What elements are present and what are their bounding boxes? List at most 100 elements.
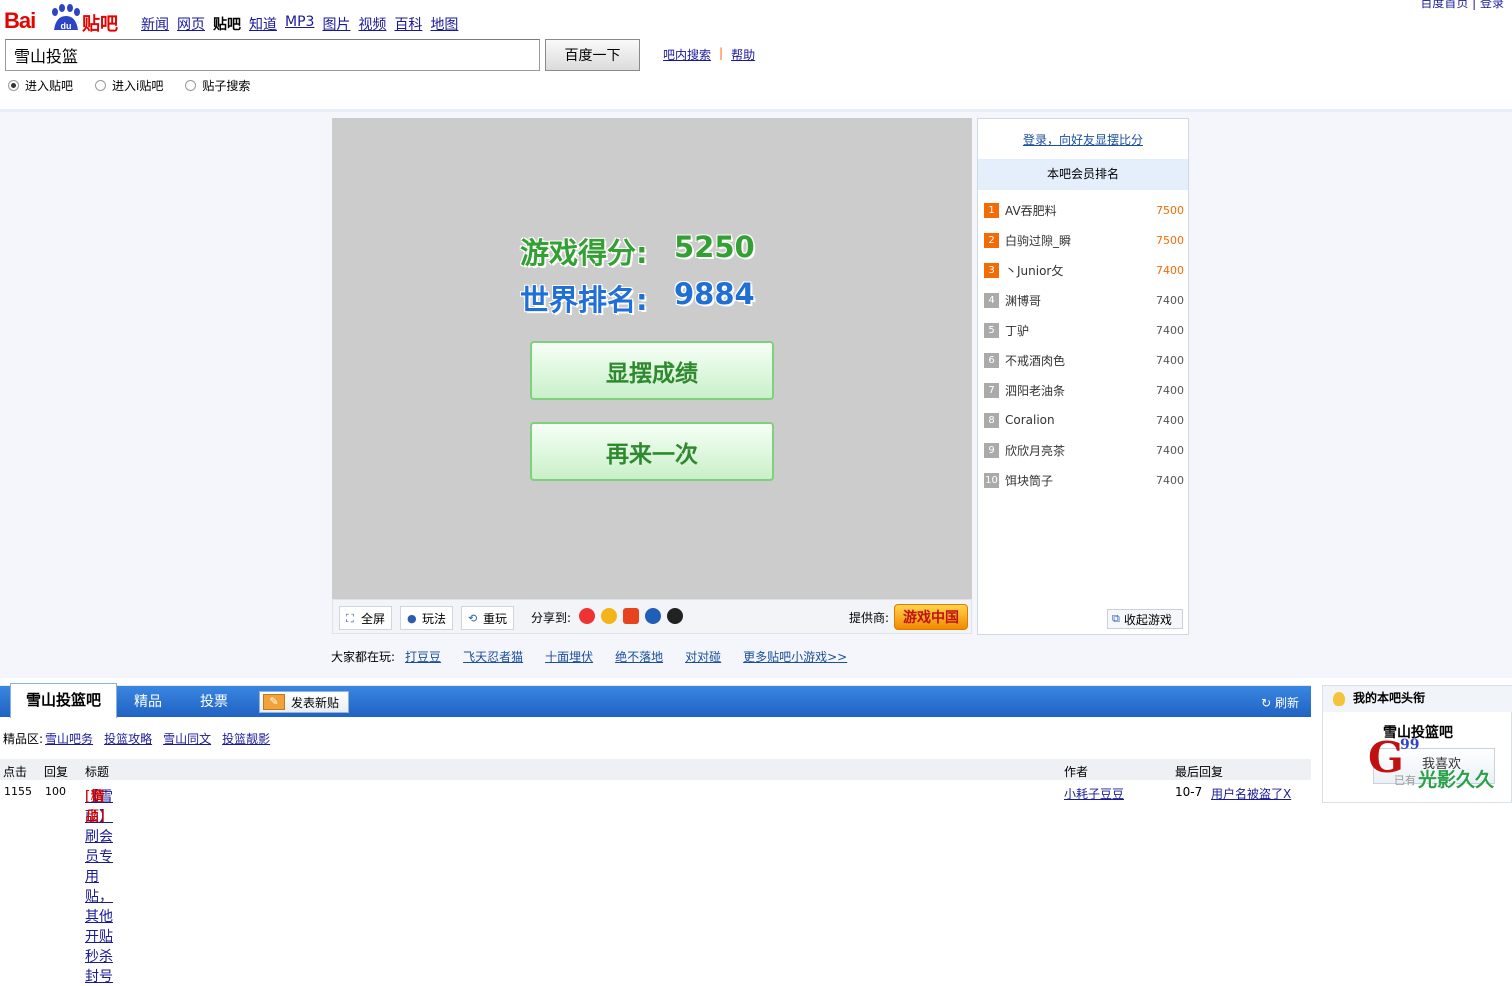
radio-button[interactable] — [95, 80, 107, 91]
nav-baike[interactable]: 百科 — [394, 14, 422, 34]
refresh-icon: ↻ — [1261, 696, 1272, 710]
provider-logo[interactable]: 游戏中国 — [894, 604, 968, 630]
game-toolbar: ⛶ 全屏 ● 玩法 ⟲ 重玩 分享到: 提供商: 游戏中国 — [332, 599, 972, 634]
rank-row: 7 泗阳老油条 7400 — [984, 380, 1184, 400]
score-value: 5250 — [674, 230, 755, 264]
my-bar-title-text: 我的本吧头衔 — [1353, 691, 1426, 705]
game-canvas[interactable]: 游戏得分: 5250 世界排名: 9884 显摆成绩 再来一次 — [332, 118, 972, 599]
rank-member-name[interactable]: 泗阳老油条 — [1005, 382, 1156, 399]
search-links: 吧内搜索 | 帮助 — [663, 46, 755, 63]
provider-label: 提供商: — [849, 611, 890, 625]
people-share-icon[interactable] — [645, 608, 661, 624]
top-nav: 新闻 网页 贴吧 知道 MP3 图片 视频 百科 地图 — [141, 14, 458, 34]
rank-member-name[interactable]: 饵块筒子 — [1005, 472, 1156, 489]
rank-row: 2 白驹过隙_瞬 7500 — [984, 230, 1184, 250]
featured-categories: 精品区: 雪山吧务 投篮攻略 雪山同文 投篮靓影 — [3, 730, 281, 747]
rank-row: 6 不戒酒肉色 7400 — [984, 350, 1184, 370]
qq-share-icon[interactable] — [667, 608, 683, 624]
rank-member-name[interactable]: 丁驴 — [1005, 322, 1156, 339]
featured-link[interactable]: 投篮攻略 — [104, 730, 152, 747]
rank-score: 7400 — [1156, 443, 1184, 457]
rank-score: 7400 — [1156, 473, 1184, 487]
rank-number-badge: 10 — [984, 472, 999, 488]
help-link[interactable]: 帮助 — [731, 46, 755, 63]
radio-button[interactable] — [185, 80, 197, 91]
like-button[interactable]: 我喜欢 已有 — [1373, 748, 1495, 787]
top-right-links[interactable]: 百度首页 | 登录 — [1420, 0, 1504, 11]
column-clicks: 点击 — [3, 765, 28, 779]
login-link[interactable]: 登录，向好友显摆比分 — [978, 131, 1188, 148]
search-input[interactable] — [5, 39, 540, 71]
rank-row: 8 Coralion 7400 — [984, 410, 1184, 430]
rank-row: 3 丶Junior攵 7400 — [984, 260, 1184, 280]
refresh-button[interactable]: ↻ 刷新 — [1261, 694, 1299, 711]
game-link[interactable]: 飞天忍者猫 — [463, 648, 523, 665]
popular-games-row: 大家都在玩: 打豆豆 飞天忍者猫 十面埋伏 绝不落地 对对碰 更多贴吧小游戏>> — [331, 648, 869, 665]
nav-zhidao[interactable]: 知道 — [249, 14, 277, 34]
column-title: 标题 — [85, 765, 110, 779]
featured-link[interactable]: 投篮靓影 — [222, 730, 270, 747]
rank-member-name[interactable]: AV吞肥料 — [1005, 202, 1156, 219]
nav-web[interactable]: 网页 — [177, 14, 205, 34]
search-mode-radios: 进入贴吧 进入i贴吧 贴子搜索 — [8, 77, 250, 94]
show-off-score-button[interactable]: 显摆成绩 — [530, 341, 774, 400]
thread-last-user-link[interactable]: 用户名被盗了X — [1211, 785, 1291, 802]
kaixin-share-icon[interactable] — [623, 608, 639, 624]
new-post-button[interactable]: ✎ 发表新贴 — [259, 691, 349, 713]
rank-score: 7400 — [1156, 323, 1184, 337]
header: Bai du 贴吧 新闻 网页 贴吧 知道 MP3 图片 视频 百科 地图 百度… — [0, 0, 1512, 112]
rank-member-name[interactable]: 渊博哥 — [1005, 292, 1156, 309]
score-label: 游戏得分: — [520, 236, 648, 270]
baidu-tieba-logo[interactable]: Bai du 贴吧 — [4, 4, 128, 35]
tab-jingpin[interactable]: 精品 — [134, 686, 162, 718]
collapse-game-button[interactable]: ⧉ 收起游戏 — [1107, 609, 1183, 629]
my-bar-title: 我的本吧头衔 — [1323, 686, 1512, 712]
weibo-share-icon[interactable] — [579, 608, 595, 624]
in-bar-search-link[interactable]: 吧内搜索 — [663, 46, 711, 63]
rank-score: 7500 — [1156, 233, 1184, 247]
table-row[interactable]: 1155 100 【雪山】刷会员专用贴，其他开贴秒杀封号 [精品] [置顶] 小… — [0, 782, 1311, 985]
share-label: 分享到: — [531, 611, 572, 625]
fullscreen-button[interactable]: ⛶ 全屏 — [339, 606, 393, 630]
nav-mp3[interactable]: MP3 — [285, 14, 314, 34]
tab-vote[interactable]: 投票 — [200, 686, 228, 718]
rank-member-name[interactable]: 丶Junior攵 — [1005, 262, 1156, 279]
nav-video[interactable]: 视频 — [358, 14, 386, 34]
radio-post-search[interactable]: 贴子搜索 — [185, 77, 250, 94]
play-again-button[interactable]: 再来一次 — [530, 422, 774, 481]
rank-member-name[interactable]: Coralion — [1005, 413, 1156, 427]
game-link[interactable]: 绝不落地 — [615, 648, 663, 665]
nav-map[interactable]: 地图 — [430, 14, 458, 34]
nav-news[interactable]: 新闻 — [141, 14, 169, 34]
more-games-link[interactable]: 更多贴吧小游戏>> — [743, 648, 847, 665]
radio-enter-tieba[interactable]: 进入贴吧 — [8, 77, 73, 94]
thread-author-link[interactable]: 小耗子豆豆 — [1064, 785, 1124, 802]
nav-images[interactable]: 图片 — [322, 14, 350, 34]
game-link[interactable]: 打豆豆 — [405, 648, 441, 665]
column-author: 作者 — [1064, 765, 1089, 779]
featured-link[interactable]: 雪山同文 — [163, 730, 211, 747]
game-link[interactable]: 十面埋伏 — [545, 648, 593, 665]
radio-button[interactable] — [8, 80, 19, 91]
howto-button[interactable]: ● 玩法 — [400, 606, 454, 630]
thread-table-header: 点击 回复 标题 作者 最后回复 — [0, 759, 1311, 780]
refresh-label: 刷新 — [1274, 696, 1299, 710]
rank-member-name[interactable]: 不戒酒肉色 — [1005, 352, 1156, 369]
game-link[interactable]: 对对碰 — [685, 648, 721, 665]
tab-bar-home[interactable]: 雪山投篮吧 — [10, 683, 117, 718]
rank-row: 4 渊博哥 7400 — [984, 290, 1184, 310]
featured-link[interactable]: 雪山吧务 — [45, 730, 93, 747]
renren-share-icon[interactable] — [601, 608, 617, 624]
rank-row: 5 丁驴 7400 — [984, 320, 1184, 340]
rank-member-name[interactable]: 欣欣月亮茶 — [1005, 442, 1156, 459]
rank-row: 1 AV吞肥料 7500 — [984, 200, 1184, 220]
replay-button[interactable]: ⟲ 重玩 — [461, 606, 515, 630]
radio-enter-itieba[interactable]: 进入i贴吧 — [95, 77, 163, 94]
search-button[interactable]: 百度一下 — [545, 39, 640, 71]
score-display: 游戏得分: 5250 — [520, 230, 755, 272]
rank-member-name[interactable]: 白驹过隙_瞬 — [1005, 232, 1156, 249]
logo-text-bai: Bai — [4, 8, 36, 33]
nav-tieba[interactable]: 贴吧 — [213, 14, 241, 34]
like-count-text: 已有 — [1394, 774, 1416, 787]
rank-number-badge: 7 — [984, 382, 999, 398]
